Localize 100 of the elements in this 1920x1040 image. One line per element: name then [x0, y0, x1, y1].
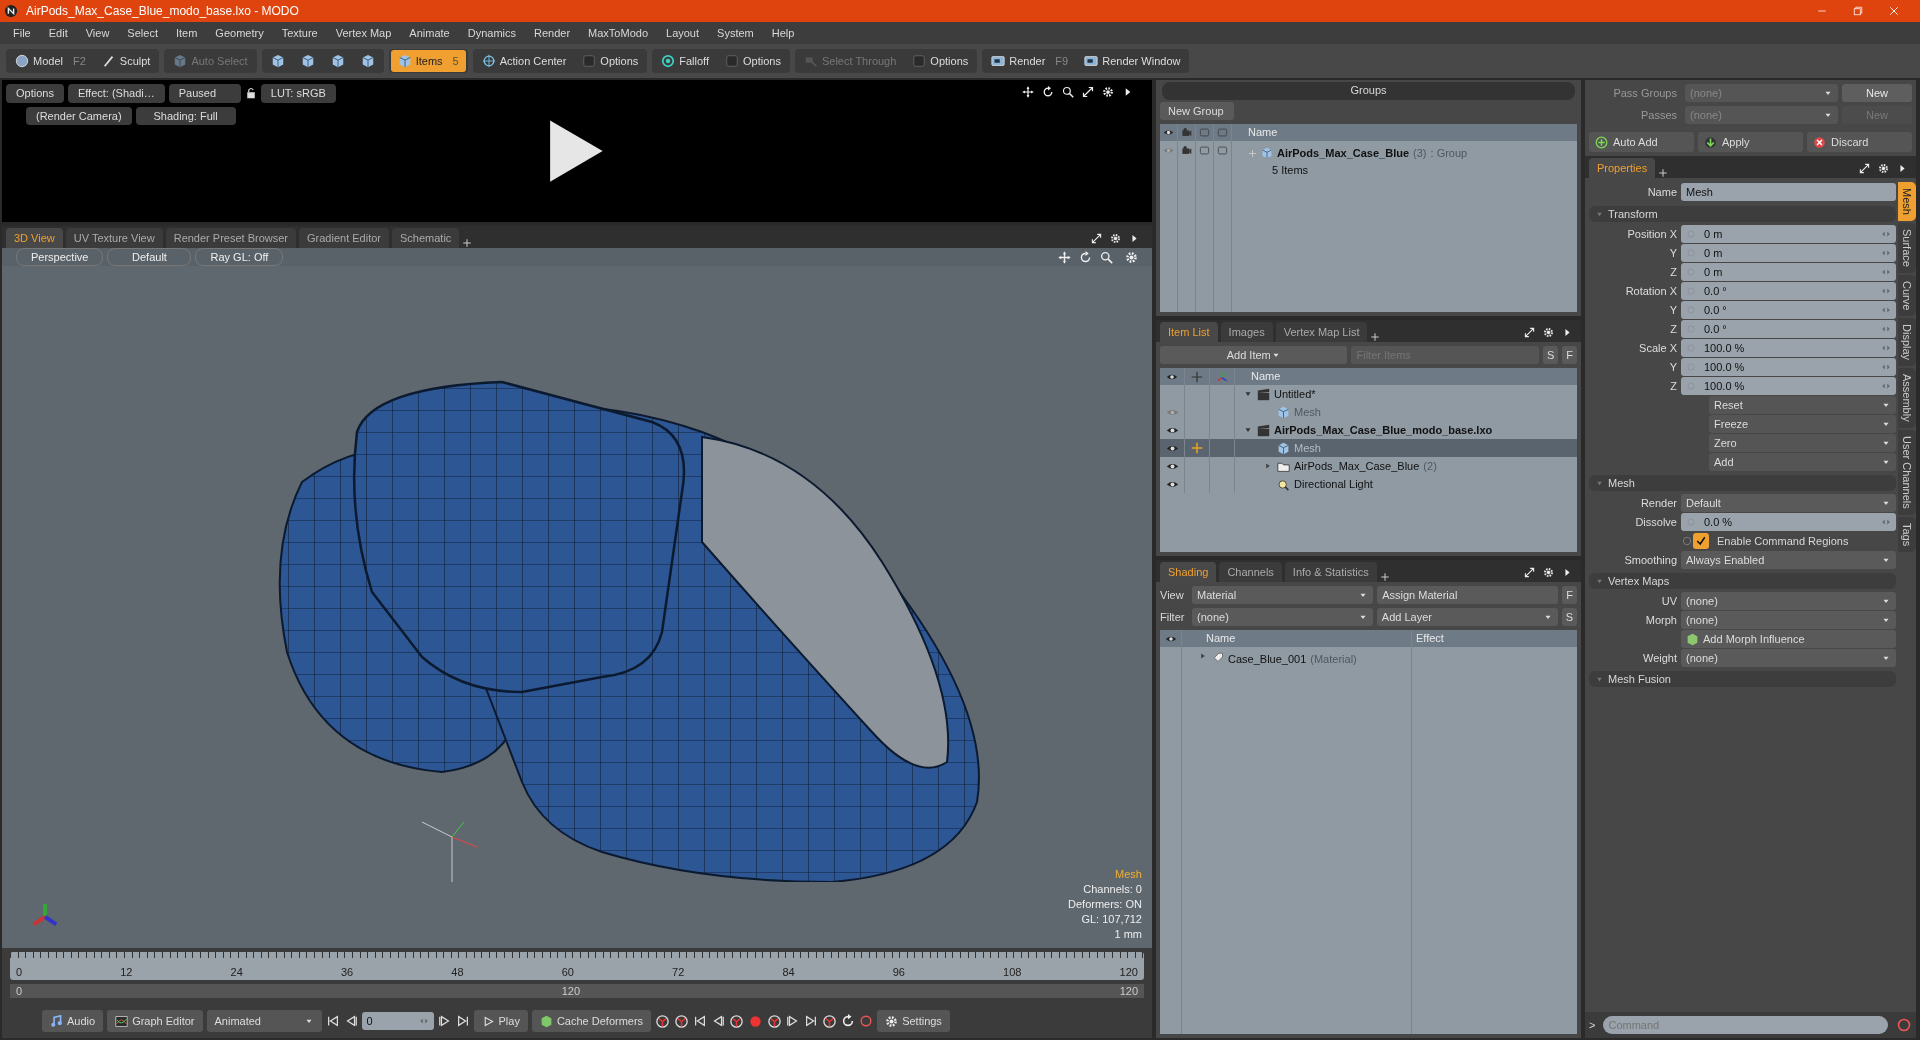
settings-icon[interactable]	[1543, 567, 1554, 578]
item-row[interactable]: AirPods_Max_Case_Blue (2)	[1160, 457, 1577, 475]
value-field[interactable]: 0.0 °	[1681, 320, 1896, 338]
value-field[interactable]: 100.0 %	[1681, 377, 1896, 395]
lock-icon[interactable]	[244, 87, 257, 100]
dropdown[interactable]: Add Layer	[1376, 608, 1558, 626]
arrow-icon[interactable]	[1562, 567, 1573, 578]
item-row[interactable]: Untitled*	[1160, 385, 1577, 403]
viewport-button[interactable]: Perspective	[16, 248, 104, 267]
action-button[interactable]: Apply	[1698, 132, 1803, 152]
panel-tab[interactable]: Item List	[1160, 321, 1218, 342]
panel-tab[interactable]: Info & Statistics	[1284, 561, 1377, 582]
camera-icon[interactable]	[1181, 145, 1192, 156]
frame-field[interactable]: 0	[361, 1012, 434, 1030]
add-tab-icon[interactable]	[1658, 168, 1669, 178]
menu-item[interactable]: View	[76, 22, 119, 44]
tool-button[interactable]: Render F9	[984, 50, 1076, 72]
panel-tab[interactable]: Vertex Map List	[1275, 321, 1368, 342]
value-field[interactable]: 100.0 %	[1681, 358, 1896, 376]
tool-button[interactable]: Render Window	[1077, 50, 1188, 72]
side-tab[interactable]: Curve	[1898, 274, 1916, 317]
cache-deformers-button[interactable]: Cache Deformers	[531, 1010, 652, 1032]
menu-item[interactable]: Dynamics	[458, 22, 525, 44]
mode-dropdown[interactable]: Animated	[206, 1010, 322, 1032]
arrow-icon[interactable]	[1562, 327, 1573, 338]
action-button[interactable]: Discard	[1807, 132, 1912, 152]
dropdown[interactable]: (none)	[1681, 592, 1896, 610]
view-tab[interactable]: Schematic	[392, 227, 460, 248]
search-icon[interactable]	[1062, 86, 1074, 98]
dropdown[interactable]: Material	[1192, 586, 1374, 604]
side-tab[interactable]: Display	[1898, 318, 1916, 367]
preview-button[interactable]: Effect: (Shadi…	[67, 84, 165, 103]
rotate-icon[interactable]	[1042, 86, 1054, 98]
value-field[interactable]: 100.0 %	[1681, 339, 1896, 357]
first-frame-icon[interactable]	[325, 1014, 340, 1028]
value-field[interactable]: 0 m	[1681, 225, 1896, 243]
section-header[interactable]: Mesh	[1589, 475, 1896, 491]
last-key-icon[interactable]	[804, 1014, 819, 1028]
item-row[interactable]: Directional Light	[1160, 475, 1577, 493]
side-tab[interactable]: Mesh	[1898, 182, 1916, 221]
viewport-button[interactable]: Default	[107, 248, 192, 267]
restore-icon[interactable]	[1852, 5, 1864, 17]
menu-item[interactable]: Vertex Map	[326, 22, 401, 44]
preview-button[interactable]: (Render Camera)	[26, 106, 132, 125]
menu-item[interactable]: Select	[118, 22, 167, 44]
new-button[interactable]: New	[1842, 84, 1912, 102]
value-field[interactable]: 0.0 %	[1681, 513, 1896, 531]
graph-editor-button[interactable]: Graph Editor	[107, 1010, 203, 1032]
tool-button[interactable]: Model F2	[8, 50, 93, 72]
dropdown[interactable]: Zero	[1709, 434, 1896, 452]
maximize-icon[interactable]	[1082, 86, 1094, 98]
dropdown[interactable]: Add	[1709, 453, 1896, 471]
timeline-ruler[interactable]: 0 12 24 36 48 60 72 84 96 108 120	[10, 952, 1144, 980]
panel-tab[interactable]: Properties	[1589, 157, 1656, 178]
preview-button[interactable]: Shading: Full	[135, 106, 236, 125]
dropdown[interactable]: Assign Material	[1377, 586, 1559, 604]
dropdown[interactable]: (none)	[1681, 611, 1896, 629]
panel-tab[interactable]: Shading	[1160, 561, 1217, 582]
tool-button[interactable]: Falloff	[654, 50, 717, 72]
maximize-icon[interactable]	[1524, 327, 1535, 338]
add-item-dropdown[interactable]: Add Item	[1160, 346, 1348, 364]
previous-key-icon[interactable]	[711, 1014, 726, 1028]
view-tab[interactable]: 3D View	[6, 227, 63, 248]
action-button[interactable]: Auto Add	[1589, 132, 1694, 152]
play-button[interactable]: Play	[473, 1010, 528, 1032]
first-key-icon[interactable]	[693, 1014, 708, 1028]
side-tab[interactable]: User Channels	[1898, 429, 1916, 515]
tool-button[interactable]: Options	[575, 50, 646, 72]
tool-button[interactable]: Items 5	[390, 50, 466, 72]
view-tab[interactable]: Render Preset Browser	[165, 227, 296, 248]
dropdown[interactable]: Always Enabled	[1681, 551, 1896, 569]
value-field[interactable]: 0 m	[1681, 263, 1896, 281]
settings-icon[interactable]	[1543, 327, 1554, 338]
settings-icon[interactable]	[1878, 163, 1889, 174]
loop-icon[interactable]	[841, 1014, 856, 1028]
settings-icon[interactable]	[1102, 86, 1114, 98]
section-header[interactable]: Mesh Fusion	[1589, 671, 1896, 687]
tool-button[interactable]: Action Center	[474, 50, 574, 72]
dropdown[interactable]: Default	[1681, 494, 1896, 512]
preview-button[interactable]: Paused	[168, 84, 241, 103]
range-bar[interactable]: 0 120 120	[10, 984, 1144, 998]
side-tab[interactable]: Surface	[1898, 222, 1916, 273]
next-frame-icon[interactable]	[437, 1014, 452, 1028]
s-button[interactable]: S	[1542, 346, 1559, 364]
view-tab[interactable]: Gradient Editor	[299, 227, 389, 248]
add-tab-icon[interactable]	[1379, 572, 1390, 582]
menu-item[interactable]: Item	[166, 22, 207, 44]
tool-button[interactable]: Options	[905, 50, 976, 72]
dropdown[interactable]: (none)	[1681, 649, 1896, 667]
preview-button[interactable]: Options	[6, 84, 64, 103]
eye-icon[interactable]	[1163, 127, 1174, 138]
section-header[interactable]: Transform	[1589, 206, 1896, 222]
menu-item[interactable]: Edit	[39, 22, 77, 44]
arrow-icon[interactable]	[1897, 163, 1908, 174]
last-frame-icon[interactable]	[455, 1014, 470, 1028]
menu-item[interactable]: Layout	[657, 22, 709, 44]
value-field[interactable]: 0.0 °	[1681, 282, 1896, 300]
f-button[interactable]: F	[1562, 346, 1577, 364]
close-icon[interactable]	[1888, 5, 1900, 17]
add-tab-icon[interactable]	[462, 238, 473, 248]
